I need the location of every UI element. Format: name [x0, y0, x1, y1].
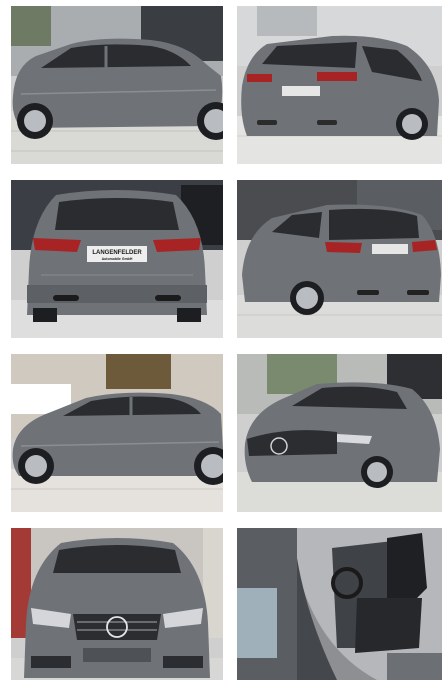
- gallery-photo-rear-right[interactable]: [237, 6, 442, 164]
- gallery-photo-front-left[interactable]: [237, 354, 442, 512]
- photo-gallery: LANGENFELDER Automobile GmbH: [0, 0, 442, 680]
- car-side-showroom-photo: [11, 354, 223, 512]
- car-interior-photo: [237, 528, 442, 680]
- gallery-photo-rear-left[interactable]: [237, 180, 442, 338]
- gallery-photo-front[interactable]: [11, 528, 223, 680]
- license-plate-text-line1: LANGENFELDER: [92, 250, 142, 256]
- car-rear-photo: LANGENFELDER Automobile GmbH: [11, 180, 223, 338]
- gallery-photo-side-view-showroom[interactable]: [11, 354, 223, 512]
- car-side-photo: [11, 6, 223, 164]
- car-front-left-photo: [237, 354, 442, 512]
- license-plate-text-line2: Automobile GmbH: [102, 257, 133, 261]
- car-rear-right-photo: [237, 6, 442, 164]
- gallery-photo-rear[interactable]: LANGENFELDER Automobile GmbH: [11, 180, 223, 338]
- gallery-photo-interior[interactable]: [237, 528, 442, 680]
- car-rear-left-photo: [237, 180, 442, 338]
- car-front-photo: [11, 528, 223, 680]
- gallery-photo-side-view[interactable]: [11, 6, 223, 164]
